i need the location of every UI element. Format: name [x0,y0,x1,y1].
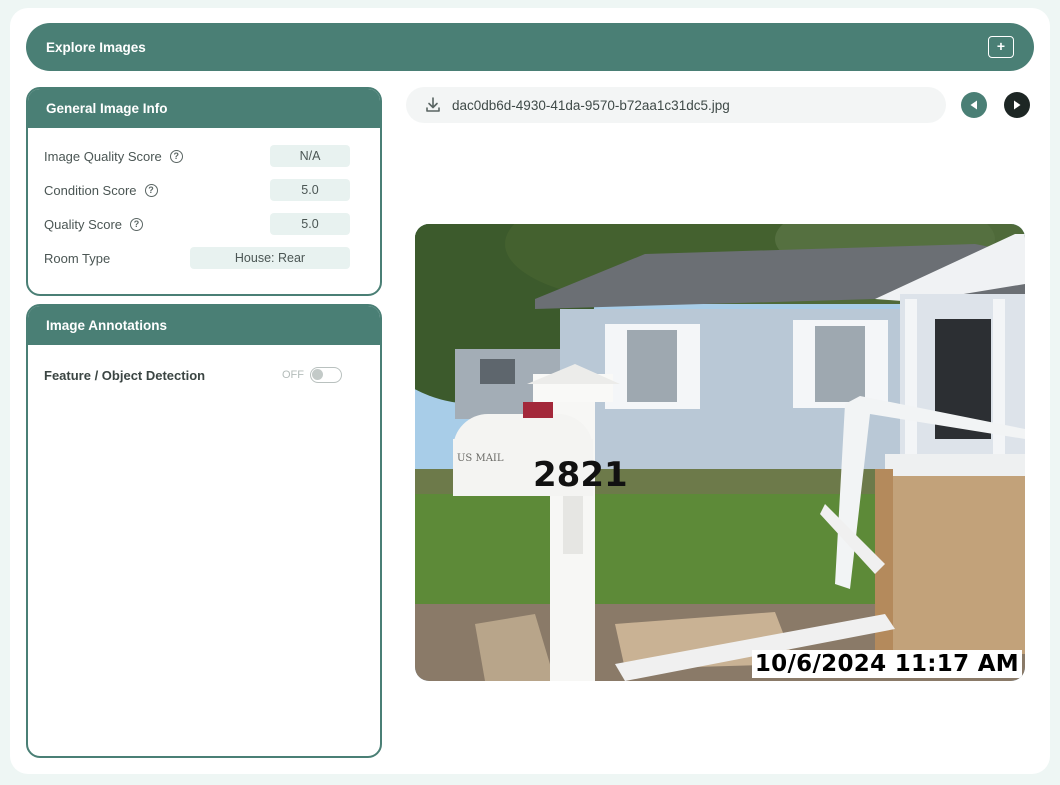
play-left-icon [970,100,977,110]
image-annotations-panel: Image Annotations Feature / Object Detec… [26,304,382,758]
file-bar: dac0db6d-4930-41da-9570-b72aa1c31dc5.jpg [406,87,946,123]
info-row-room-type: Room Type House: Rear [44,247,350,269]
toggle-state-label: OFF [282,369,304,381]
mailbox-label: US MAIL [457,453,504,464]
app-window: Explore Images + General Image Info Imag… [10,8,1050,774]
quality-score-value: 5.0 [270,213,350,235]
image-quality-label: Image Quality Score [44,148,162,164]
house-number: 2821 [533,455,628,495]
page-title: Explore Images [46,39,146,55]
room-type-value: House: Rear [190,247,350,269]
general-info-panel: General Image Info Image Quality Score ?… [26,87,382,296]
play-right-icon [1014,100,1021,110]
house-photo-illustration: US MAIL 2821 [415,224,1025,681]
info-row-image-quality: Image Quality Score ? N/A [44,145,350,167]
add-button[interactable]: + [988,36,1014,58]
feature-detection-toggle[interactable] [310,367,342,383]
photo-timestamp: 10/6/2024 11:17 AM [751,650,1022,678]
next-image-button[interactable] [1004,92,1030,118]
condition-score-value: 5.0 [270,179,350,201]
property-photo: US MAIL 2821 10/6/2024 11:17 AM [415,224,1025,681]
info-row-condition: Condition Score ? 5.0 [44,179,350,201]
download-icon[interactable] [424,96,442,114]
image-annotations-title: Image Annotations [28,306,380,345]
header-bar: Explore Images + [26,23,1034,71]
room-type-label: Room Type [44,250,111,266]
plus-icon: + [996,38,1006,54]
previous-image-button[interactable] [961,92,987,118]
quality-score-label: Quality Score [44,216,123,232]
help-icon[interactable]: ? [130,217,144,231]
condition-score-label: Condition Score [44,182,137,198]
file-name: dac0db6d-4930-41da-9570-b72aa1c31dc5.jpg [452,97,730,113]
image-quality-value: N/A [270,145,350,167]
general-info-title: General Image Info [28,89,380,128]
toggle-knob [312,369,323,380]
help-icon[interactable]: ? [144,183,158,197]
feature-detection-row: Feature / Object Detection OFF [44,365,342,385]
feature-detection-label: Feature / Object Detection [44,367,206,383]
help-icon[interactable]: ? [169,149,183,163]
info-row-quality: Quality Score ? 5.0 [44,213,350,235]
